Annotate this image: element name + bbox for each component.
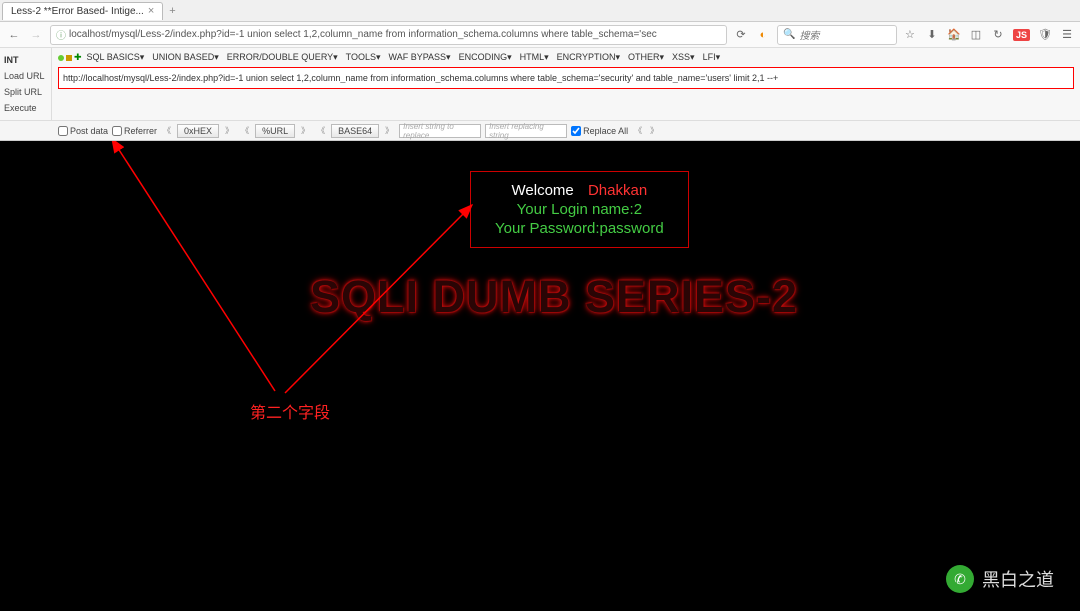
options-row: Post data Referrer 《 0xHEX 》 《 %URL 》 《 … <box>0 121 1080 141</box>
reload-icon[interactable]: ⟳ <box>733 27 749 43</box>
execute-button[interactable]: Execute <box>2 100 49 116</box>
shield-icon[interactable]: 🛡 <box>1038 28 1052 42</box>
menu-error-double[interactable]: ERROR/DOUBLE QUERY▾ <box>224 51 341 64</box>
menu-encoding[interactable]: ENCODING▾ <box>456 51 515 64</box>
tab-bar: Less-2 **Error Based- Intige... × + <box>0 0 1080 22</box>
close-icon[interactable]: × <box>148 5 154 17</box>
chevron-left-icon[interactable]: 《 <box>161 125 173 136</box>
back-icon[interactable]: ← <box>6 27 22 43</box>
find-string-input[interactable]: Insert string to replace <box>399 124 481 138</box>
hackbar-sidebar: INT Load URL Split URL Execute <box>0 48 52 120</box>
series-title: SQLI DUMB SERIES-2 <box>310 271 798 323</box>
chevron-left-icon[interactable]: 《 <box>315 125 327 136</box>
chevron-right-icon[interactable]: 》 <box>383 125 395 136</box>
int-label: INT <box>2 52 49 68</box>
forward-icon[interactable]: → <box>28 27 44 43</box>
toolbar-right: ☆ ⬇ 🏠 ◫ ↻ JS 🛡 ☰ <box>903 28 1074 42</box>
menu-other[interactable]: OTHER▾ <box>625 51 667 64</box>
base64-chip[interactable]: BASE64 <box>331 124 379 138</box>
menu-icon[interactable]: ☰ <box>1060 28 1074 42</box>
replace-string-input[interactable]: Insert replacing string <box>485 124 567 138</box>
login-name-line: Your Login name:2 <box>495 201 664 218</box>
js-badge-icon[interactable]: JS <box>1013 29 1030 41</box>
hackbar-panel: INT Load URL Split URL Execute ✚ SQL BAS… <box>0 48 1080 121</box>
chevron-left-icon[interactable]: 《 <box>632 125 644 136</box>
sync-icon[interactable]: ↻ <box>991 28 1005 42</box>
hackbar-main: ✚ SQL BASICS▾ UNION BASED▾ ERROR/DOUBLE … <box>52 48 1080 120</box>
replace-all-checkbox[interactable]: Replace All <box>571 126 628 136</box>
watermark-text: 黑白之道 <box>982 566 1054 592</box>
download-icon[interactable]: ⬇ <box>925 28 939 42</box>
chevron-right-icon[interactable]: 》 <box>648 125 660 136</box>
menu-encryption[interactable]: ENCRYPTION▾ <box>554 51 623 64</box>
dash-icon <box>66 55 72 61</box>
url-chip[interactable]: %URL <box>255 124 295 138</box>
hex-chip[interactable]: 0xHEX <box>177 124 219 138</box>
address-text: localhost/mysql/Less-2/index.php?id=-1 u… <box>69 29 721 40</box>
welcome-line: Welcome Dhakkan <box>495 182 664 199</box>
stop-icon[interactable]: ◐ <box>755 27 771 43</box>
split-url-button[interactable]: Split URL <box>2 84 49 100</box>
hackbar-menu: ✚ SQL BASICS▾ UNION BASED▾ ERROR/DOUBLE … <box>58 51 1074 64</box>
addons-icon[interactable]: ◫ <box>969 28 983 42</box>
bookmark-icon[interactable]: ☆ <box>903 28 917 42</box>
menu-xss[interactable]: XSS▾ <box>669 51 698 64</box>
chevron-right-icon[interactable]: 》 <box>299 125 311 136</box>
search-placeholder: 搜索 <box>799 27 819 42</box>
home-icon[interactable]: 🏠 <box>947 28 961 42</box>
load-url-button[interactable]: Load URL <box>2 68 49 84</box>
tab-title: Less-2 **Error Based- Intige... <box>11 6 144 17</box>
dot-icon <box>58 55 64 61</box>
chevron-left-icon[interactable]: 《 <box>239 125 251 136</box>
page-content: Welcome Dhakkan Your Login name:2 Your P… <box>0 141 1080 611</box>
menu-html[interactable]: HTML▾ <box>517 51 552 64</box>
menu-lfi[interactable]: LFI▾ <box>700 51 724 64</box>
post-data-checkbox[interactable]: Post data <box>58 126 108 136</box>
info-icon: ⓘ <box>56 27 66 42</box>
annotation-label: 第二个字段 <box>250 399 330 423</box>
password-line: Your Password:password <box>495 220 664 237</box>
plus-icon: ✚ <box>74 52 82 63</box>
menu-tools[interactable]: TOOLS▾ <box>343 51 384 64</box>
menu-union-based[interactable]: UNION BASED▾ <box>149 51 222 64</box>
browser-nav-bar: ← → ⓘ localhost/mysql/Less-2/index.php?i… <box>0 22 1080 48</box>
browser-tab[interactable]: Less-2 **Error Based- Intige... × <box>2 2 163 20</box>
watermark: ✆ 黑白之道 <box>946 565 1054 593</box>
new-tab-button[interactable]: + <box>163 3 181 19</box>
search-icon: 🔍 <box>783 29 795 40</box>
menu-waf-bypass[interactable]: WAF BYPASS▾ <box>386 51 454 64</box>
menu-sql-basics[interactable]: SQL BASICS▾ <box>84 51 148 64</box>
chevron-right-icon[interactable]: 》 <box>223 125 235 136</box>
hackbar-url-box <box>58 67 1074 89</box>
referrer-checkbox[interactable]: Referrer <box>112 126 157 136</box>
result-box: Welcome Dhakkan Your Login name:2 Your P… <box>470 171 689 248</box>
hackbar-url-input[interactable] <box>63 73 1069 83</box>
wechat-icon: ✆ <box>946 565 974 593</box>
address-bar[interactable]: ⓘ localhost/mysql/Less-2/index.php?id=-1… <box>50 25 727 45</box>
search-input[interactable]: 🔍 搜索 <box>777 25 897 45</box>
